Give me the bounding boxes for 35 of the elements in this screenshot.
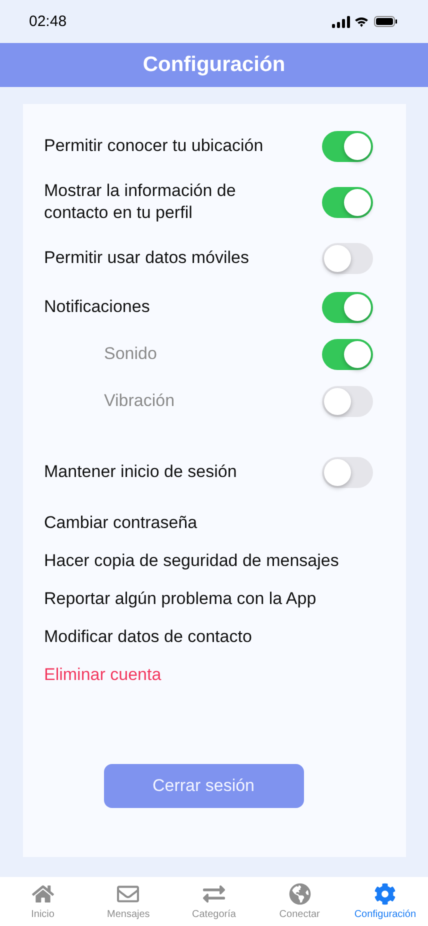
setting-label: Mantener inicio de sesión	[44, 461, 237, 483]
status-time: 02:48	[29, 13, 67, 30]
setting-label: Vibración	[104, 390, 175, 412]
battery-icon	[374, 16, 398, 28]
tab-item[interactable]: Mensajes	[86, 877, 172, 926]
toggle-switch[interactable]	[322, 242, 373, 274]
home-icon	[32, 883, 54, 905]
toggle-switch[interactable]	[322, 338, 373, 370]
settings-link[interactable]: Cambiar contraseña	[44, 512, 373, 534]
globe-icon	[288, 883, 311, 905]
setting-label: Sonido	[104, 343, 157, 365]
setting-label: Permitir usar datos móviles	[44, 247, 250, 269]
wifi-icon	[355, 16, 369, 27]
settings-link[interactable]: Reportar algún problema con la App	[44, 588, 373, 610]
signal-icon	[332, 16, 350, 28]
settings-link[interactable]: Eliminar cuenta	[44, 664, 373, 686]
settings-link[interactable]: Hacer copia de seguridad de mensajes	[44, 550, 373, 572]
toggle-switch[interactable]	[322, 130, 373, 162]
settings-link[interactable]: Modificar datos de contacto	[44, 626, 373, 648]
envelope-icon	[117, 883, 140, 905]
toggle-switch[interactable]	[322, 292, 373, 322]
settings-icon	[374, 883, 396, 905]
swap-arrows-icon	[202, 883, 225, 905]
tab-item[interactable]: Categoría	[171, 877, 257, 926]
tab-item[interactable]: Conectar	[256, 877, 342, 926]
tab-item[interactable]: Inicio	[0, 877, 86, 926]
page-title: Configuración	[142, 53, 286, 77]
setting-label: Notificaciones	[44, 296, 150, 318]
logout-button[interactable]: Cerrar sesión	[104, 764, 304, 808]
toggle-switch[interactable]	[322, 186, 373, 218]
tab-item[interactable]: Configuración	[342, 877, 428, 926]
toggle-switch[interactable]	[322, 386, 373, 416]
toggle-switch[interactable]	[322, 456, 373, 488]
setting-label: Mostrar la información de contacto en tu perfil	[44, 180, 237, 224]
setting-label: Permitir conocer tu ubicación	[44, 135, 264, 157]
